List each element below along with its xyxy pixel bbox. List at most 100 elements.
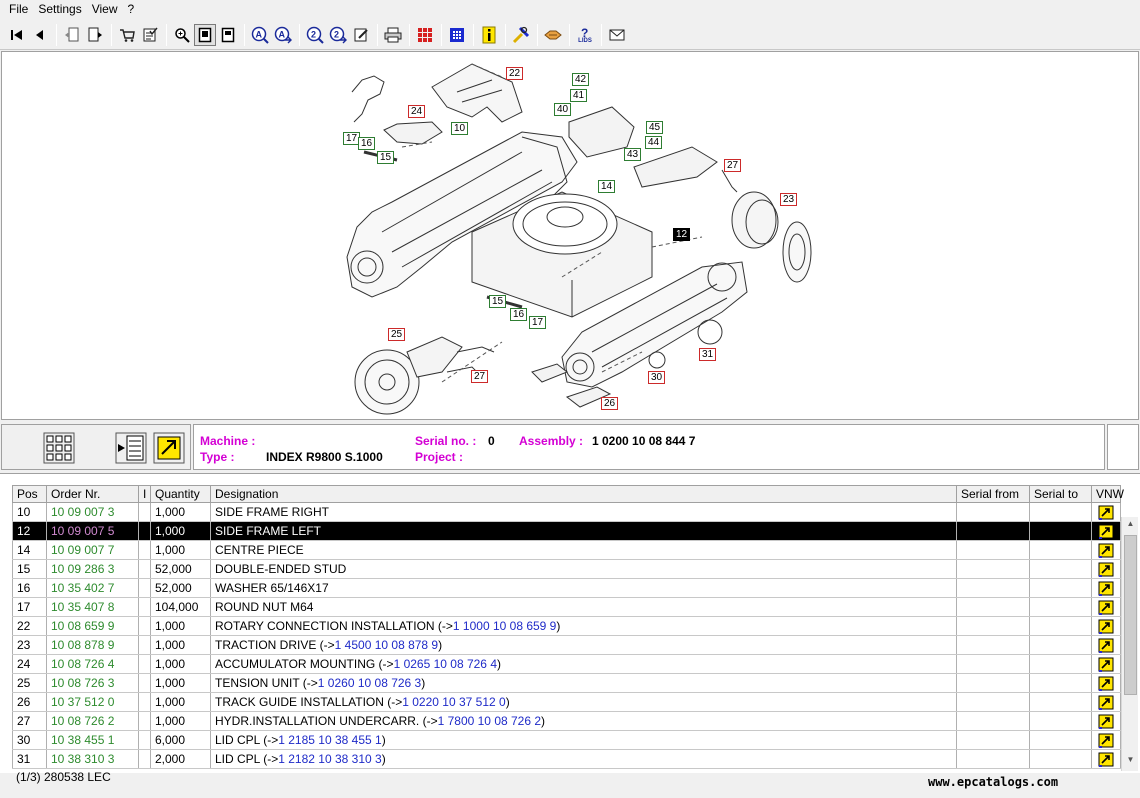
callout-14[interactable]: 14 bbox=[598, 180, 616, 193]
help-lid-icon[interactable]: ? LIDS bbox=[574, 24, 596, 46]
menu-help[interactable]: ? bbox=[123, 0, 140, 18]
callout-43[interactable]: 43 bbox=[624, 148, 642, 161]
vnw-icon[interactable] bbox=[1098, 562, 1114, 577]
col-order[interactable]: Order Nr. bbox=[46, 485, 139, 503]
row-vnw[interactable] bbox=[1091, 616, 1121, 636]
assembly-ref-link[interactable]: 1 2182 10 38 310 3 bbox=[278, 752, 381, 766]
vnw-icon[interactable] bbox=[1098, 714, 1114, 729]
search-2-next-icon[interactable]: 2 bbox=[327, 24, 349, 46]
zoom-in-icon[interactable] bbox=[171, 24, 193, 46]
callout-15b[interactable]: 15 bbox=[489, 295, 507, 308]
table-row[interactable]: 14 10 09 007 7 1,000 CENTRE PIECE bbox=[12, 540, 1121, 560]
menu-file[interactable]: File bbox=[4, 0, 33, 18]
row-vnw[interactable] bbox=[1091, 540, 1121, 560]
table-row[interactable]: 26 10 37 512 0 1,000 TRACK GUIDE INSTALLATI… bbox=[12, 692, 1121, 712]
callout-25[interactable]: 25 bbox=[388, 328, 406, 341]
table-scrollbar[interactable]: ▲ ▼ bbox=[1121, 517, 1138, 771]
vnw-icon[interactable] bbox=[1098, 638, 1114, 653]
vnw-icon[interactable] bbox=[1098, 695, 1114, 710]
scroll-down-icon[interactable]: ▼ bbox=[1125, 755, 1136, 767]
search-2-icon[interactable]: 2 bbox=[304, 24, 326, 46]
row-vnw[interactable] bbox=[1091, 692, 1121, 712]
callout-24[interactable]: 24 bbox=[408, 105, 426, 118]
vnw-icon[interactable] bbox=[1098, 581, 1114, 596]
vnw-view-button[interactable] bbox=[152, 431, 186, 465]
edit-icon[interactable] bbox=[350, 24, 372, 46]
callout-23[interactable]: 23 bbox=[780, 193, 798, 206]
exploded-drawing[interactable]: 22 42 41 40 24 10 45 44 17 16 15 43 27 1… bbox=[1, 51, 1139, 420]
col-quantity[interactable]: Quantity bbox=[150, 485, 211, 503]
col-i[interactable]: I bbox=[138, 485, 151, 503]
row-vnw[interactable] bbox=[1091, 521, 1121, 541]
doc-forward-icon[interactable] bbox=[84, 24, 106, 46]
assembly-ref-link[interactable]: 1 4500 10 08 878 9 bbox=[335, 638, 438, 652]
callout-15[interactable]: 15 bbox=[377, 151, 395, 164]
vnw-icon[interactable] bbox=[1098, 600, 1114, 615]
col-pos[interactable]: Pos bbox=[12, 485, 47, 503]
row-vnw[interactable] bbox=[1091, 597, 1121, 617]
row-vnw[interactable] bbox=[1091, 559, 1121, 579]
table-row[interactable]: 30 10 38 455 1 6,000 LID CPL (->1 2185 10 3… bbox=[12, 730, 1121, 750]
cart-icon[interactable] bbox=[116, 24, 138, 46]
page-fold-icon[interactable] bbox=[217, 24, 239, 46]
assembly-ref-link[interactable]: 1 0265 10 08 726 4 bbox=[394, 657, 497, 671]
callout-31[interactable]: 31 bbox=[699, 348, 717, 361]
row-vnw[interactable] bbox=[1091, 730, 1121, 750]
callout-12[interactable]: 12 bbox=[673, 228, 691, 241]
row-vnw[interactable] bbox=[1091, 654, 1121, 674]
tools-icon[interactable] bbox=[510, 24, 532, 46]
list-view-button[interactable] bbox=[114, 431, 148, 465]
grid-blue-icon[interactable] bbox=[446, 24, 468, 46]
table-row[interactable]: 15 10 09 286 3 52,000 DOUBLE-ENDED STUD bbox=[12, 559, 1121, 579]
vnw-icon[interactable] bbox=[1098, 733, 1114, 748]
col-vnw[interactable]: VNW bbox=[1091, 485, 1124, 503]
scroll-up-icon[interactable]: ▲ bbox=[1125, 519, 1136, 531]
assembly-ref-link[interactable]: 1 7800 10 08 726 2 bbox=[438, 714, 541, 728]
callout-44[interactable]: 44 bbox=[645, 136, 663, 149]
table-row[interactable]: 16 10 35 402 7 52,000 WASHER 65/146X17 bbox=[12, 578, 1121, 598]
callout-45[interactable]: 45 bbox=[646, 121, 664, 134]
col-serial-to[interactable]: Serial to bbox=[1029, 485, 1092, 503]
col-serial-from[interactable]: Serial from bbox=[956, 485, 1030, 503]
callout-41[interactable]: 41 bbox=[570, 89, 588, 102]
callout-42[interactable]: 42 bbox=[572, 73, 590, 86]
page-icon[interactable] bbox=[194, 23, 216, 46]
table-row[interactable]: 25 10 08 726 3 1,000 TENSION UNIT (->1 0260… bbox=[12, 673, 1121, 693]
search-a-icon[interactable]: A bbox=[249, 24, 271, 46]
menu-settings[interactable]: Settings bbox=[33, 0, 86, 18]
table-row[interactable]: 23 10 08 878 9 1,000 TRACTION DRIVE (->1 45… bbox=[12, 635, 1121, 655]
print-icon[interactable] bbox=[382, 24, 404, 46]
vnw-icon[interactable] bbox=[1098, 657, 1114, 672]
assembly-ref-link[interactable]: 1 1000 10 08 659 9 bbox=[453, 619, 556, 633]
grid-red-icon[interactable] bbox=[414, 24, 436, 46]
table-row[interactable]: 24 10 08 726 4 1,000 ACCUMULATOR MOUNTING (… bbox=[12, 654, 1121, 674]
prev-icon[interactable] bbox=[29, 24, 51, 46]
scroll-thumb[interactable] bbox=[1124, 535, 1137, 695]
checklist-icon[interactable] bbox=[139, 24, 161, 46]
callout-40[interactable]: 40 bbox=[554, 103, 572, 116]
mail-icon[interactable] bbox=[606, 24, 628, 46]
vnw-icon[interactable] bbox=[1098, 752, 1114, 767]
callout-16b[interactable]: 16 bbox=[510, 308, 528, 321]
vnw-icon[interactable] bbox=[1098, 543, 1114, 558]
vnw-icon[interactable] bbox=[1098, 524, 1114, 539]
callout-16[interactable]: 16 bbox=[358, 137, 376, 150]
callout-27b[interactable]: 27 bbox=[471, 370, 489, 383]
vnw-icon[interactable] bbox=[1098, 619, 1114, 634]
menu-view[interactable]: View bbox=[87, 0, 123, 18]
callout-10[interactable]: 10 bbox=[451, 122, 469, 135]
info-icon[interactable] bbox=[478, 24, 500, 46]
table-row[interactable]: 31 10 38 310 3 2,000 LID CPL (->1 2182 10 3… bbox=[12, 749, 1121, 769]
table-row[interactable]: 22 10 08 659 9 1,000 ROTARY CONNECTION INST… bbox=[12, 616, 1121, 636]
doc-back-icon[interactable] bbox=[61, 24, 83, 46]
row-vnw[interactable] bbox=[1091, 502, 1121, 522]
callout-22[interactable]: 22 bbox=[506, 67, 524, 80]
table-row[interactable]: 12 10 09 007 5 1,000 SIDE FRAME LEFT bbox=[12, 521, 1121, 541]
row-vnw[interactable] bbox=[1091, 673, 1121, 693]
grid-view-button[interactable] bbox=[42, 431, 76, 465]
hands-icon[interactable] bbox=[542, 24, 564, 46]
col-designation[interactable]: Designation bbox=[210, 485, 957, 503]
callout-27[interactable]: 27 bbox=[724, 159, 742, 172]
search-a-next-icon[interactable]: A bbox=[272, 24, 294, 46]
table-row[interactable]: 27 10 08 726 2 1,000 HYDR.INSTALLATION UNDE… bbox=[12, 711, 1121, 731]
